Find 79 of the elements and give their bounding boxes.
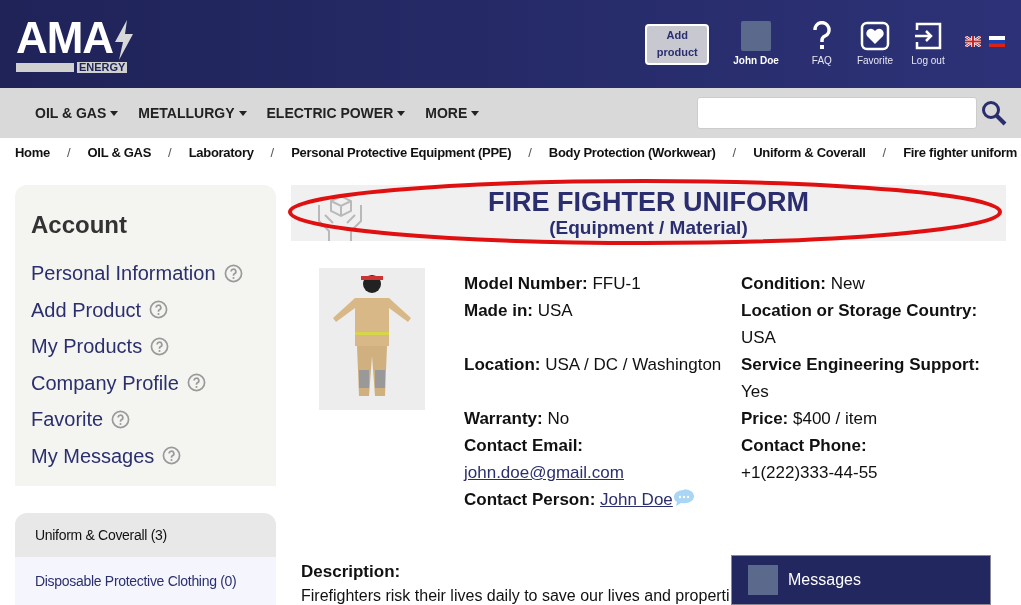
product-subtitle: (Equipment / Material) bbox=[549, 217, 748, 239]
field-label: Price: bbox=[741, 409, 789, 428]
chat-bubble-icon[interactable] bbox=[672, 489, 695, 507]
header-action[interactable]: FAQ bbox=[804, 20, 839, 68]
messages-bar[interactable]: Messages bbox=[731, 555, 991, 605]
search-icon[interactable] bbox=[981, 100, 1007, 126]
field-label: Contact Phone: bbox=[741, 436, 867, 455]
field-label: Made in: bbox=[464, 301, 533, 320]
avatar bbox=[741, 20, 772, 51]
email-link[interactable]: john.doe@gmail.com bbox=[464, 459, 624, 486]
account-link[interactable]: My Products bbox=[31, 331, 143, 362]
question-mark-icon bbox=[810, 20, 833, 51]
breadcrumb-link[interactable]: Uniform & Coverall bbox=[753, 143, 866, 163]
account-link[interactable]: Personal Information bbox=[31, 258, 216, 289]
breadcrumb-separator: / bbox=[732, 144, 737, 163]
field-value: Yes bbox=[741, 381, 769, 403]
caret-icon bbox=[110, 110, 119, 116]
logo[interactable]: AMA ENERGY bbox=[16, 15, 135, 73]
flag-icon[interactable] bbox=[965, 35, 981, 47]
help-icon[interactable] bbox=[223, 263, 243, 283]
logout-icon bbox=[913, 20, 943, 51]
field-label: Location or Storage Country: bbox=[741, 301, 978, 320]
help-icon[interactable] bbox=[150, 336, 170, 356]
field-value: No bbox=[547, 408, 570, 430]
field-value: USA bbox=[537, 300, 573, 322]
field-value: FFU-1 bbox=[592, 273, 641, 295]
caret-icon bbox=[397, 110, 406, 116]
category-item[interactable]: Disposable Protective Clothing (0) bbox=[15, 557, 276, 605]
field-label: Condition: bbox=[741, 274, 826, 293]
account-link[interactable]: Favorite bbox=[31, 404, 104, 435]
caret-icon bbox=[471, 110, 480, 116]
breadcrumb-separator: / bbox=[882, 144, 887, 163]
field-value: USA bbox=[741, 327, 776, 349]
help-icon[interactable] bbox=[149, 300, 169, 320]
field-label: Contact Person: bbox=[464, 490, 596, 509]
field-value: New bbox=[830, 273, 865, 295]
account-title: Account bbox=[31, 210, 128, 240]
product-title: FIRE FIGHTER UNIFORM bbox=[488, 187, 809, 217]
help-icon[interactable] bbox=[186, 373, 206, 393]
breadcrumb-link[interactable]: Laboratory bbox=[188, 143, 254, 163]
field-value: USA / DC / Washington bbox=[545, 354, 722, 376]
field-value: +1(222)333-44-55 bbox=[741, 462, 878, 484]
field-label: Location: bbox=[464, 355, 541, 374]
caret-icon bbox=[238, 110, 247, 116]
account-link[interactable]: Add Product bbox=[31, 294, 142, 325]
nav-menu-item[interactable]: ELECTRIC POWER bbox=[266, 102, 406, 124]
description-heading: Description: bbox=[301, 561, 401, 583]
breadcrumb-link[interactable]: Fire fighter uniform bbox=[903, 143, 1018, 163]
breadcrumb-link[interactable]: OIL & GAS bbox=[87, 143, 152, 163]
help-icon[interactable] bbox=[162, 446, 182, 466]
field-value: $400 / item bbox=[793, 408, 878, 430]
avatar bbox=[748, 565, 778, 595]
breadcrumb-separator: / bbox=[528, 144, 532, 163]
header-action[interactable]: Log out bbox=[911, 20, 945, 68]
breadcrumb-separator: / bbox=[270, 144, 275, 163]
category-item[interactable]: Uniform & Coverall (3) bbox=[15, 513, 276, 557]
breadcrumb-separator: / bbox=[66, 144, 71, 163]
help-icon[interactable] bbox=[111, 409, 131, 429]
field-label: Contact Email: bbox=[464, 436, 584, 455]
breadcrumb-separator: / bbox=[168, 144, 172, 163]
flag-icon[interactable] bbox=[989, 35, 1005, 47]
search-field[interactable] bbox=[697, 97, 977, 129]
field-label: Warranty: bbox=[464, 409, 543, 428]
header-action[interactable]: Favorite bbox=[856, 20, 893, 68]
field-label: Model Number: bbox=[464, 274, 588, 293]
account-link[interactable]: Company Profile bbox=[31, 367, 179, 398]
description-text: Firefighters risk their lives daily to save our lives and properti bbox=[301, 586, 731, 605]
nav-menu-item[interactable]: MORE bbox=[425, 102, 480, 124]
account-link[interactable]: My Messages bbox=[31, 440, 155, 471]
lightning-icon bbox=[112, 19, 135, 60]
nav-menu-item[interactable]: METALLURGY bbox=[138, 102, 247, 124]
add-product-button[interactable]: Add product bbox=[645, 23, 710, 65]
contact-link[interactable]: John Doe bbox=[600, 490, 673, 509]
breadcrumb-link[interactable]: Personal Protective Equipment (PPE) bbox=[291, 143, 512, 163]
breadcrumb-link[interactable]: Body Protection (Workwear) bbox=[548, 143, 716, 163]
field-label: Service Engineering Support: bbox=[741, 355, 980, 374]
nav-menu-item[interactable]: OIL & GAS bbox=[35, 102, 119, 124]
user-menu[interactable]: John Doe bbox=[733, 20, 779, 68]
breadcrumb-link[interactable]: Home bbox=[15, 143, 50, 163]
